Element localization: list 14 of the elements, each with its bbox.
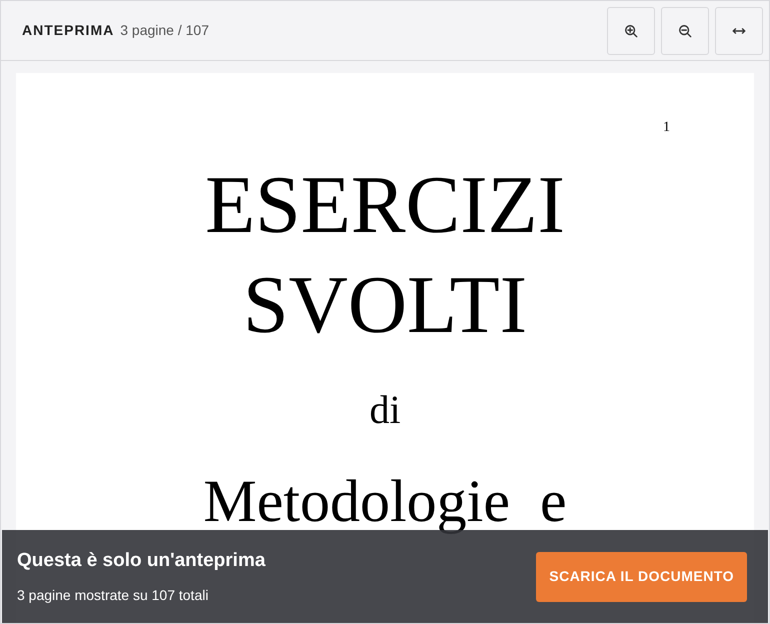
preview-title: ANTEPRIMA [22,21,114,40]
zoom-out-button[interactable] [661,6,709,54]
document-heading: ESERCIZI [205,158,565,252]
zoom-in-icon [624,24,638,38]
document-heading: di [369,386,401,434]
page-count: 3 pagine / 107 [120,21,209,40]
download-button[interactable]: SCARICA IL DOCUMENTO [536,552,747,602]
page-number: 1 [663,119,670,137]
zoom-in-button[interactable] [607,6,655,54]
document-heading: Metodologie e [203,467,567,535]
banner-subtitle: 3 pagine mostrate su 107 totali [17,586,210,606]
banner-title: Questa è solo un'anteprima [17,548,266,573]
document-heading: SVOLTI [243,258,527,352]
zoom-out-icon [678,24,692,38]
